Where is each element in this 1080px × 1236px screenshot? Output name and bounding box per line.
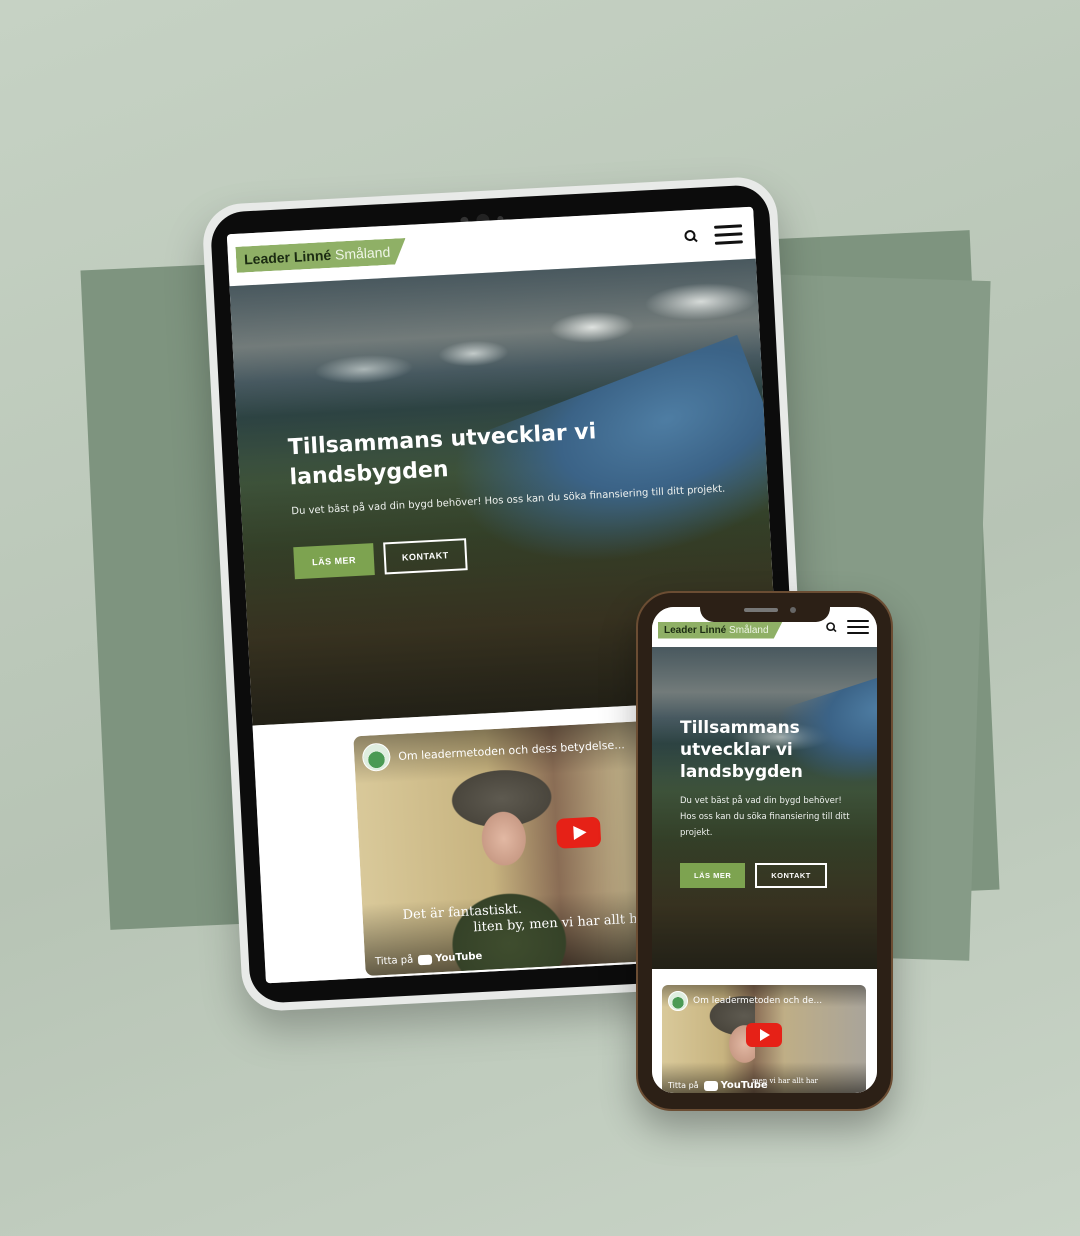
phone-watch-on-youtube[interactable]: Titta på YouTube (668, 1080, 768, 1091)
channel-icon[interactable] (361, 742, 392, 772)
phone-screen: Leader Linné Småland Tillsammans utveckl… (652, 607, 877, 1093)
phone-youtube-icon: YouTube (704, 1080, 768, 1091)
phone-hero-buttons: LÄS MER KONTAKT (680, 863, 860, 888)
phone-watch-on-label: Titta på (668, 1081, 699, 1090)
play-icon[interactable] (555, 816, 602, 849)
phone-site-logo[interactable]: Leader Linné Småland (658, 621, 783, 639)
phone-logo-light-text: Småland (729, 624, 769, 636)
phone-video-title[interactable]: Om leadermetoden och de... (693, 996, 822, 1006)
phone-header-icons (825, 620, 869, 634)
phone-hero-section: Tillsammans utvecklar vi landsbygden Du … (652, 647, 877, 969)
phone-logo-bold-text: Leader Linné (664, 624, 727, 636)
header-icons (684, 223, 743, 246)
phone-video-section: Om leadermetoden och de... men vi har al… (652, 969, 877, 1093)
phone-device: Leader Linné Småland Tillsammans utveckl… (636, 591, 893, 1111)
menu-icon[interactable] (713, 223, 743, 245)
phone-read-more-button[interactable]: LÄS MER (680, 863, 746, 888)
hero-content: Tillsammans utvecklar vi landsbygden Du … (287, 410, 734, 580)
phone-channel-icon[interactable] (668, 991, 688, 1011)
phone-youtube-label: YouTube (720, 1080, 768, 1091)
phone-menu-icon[interactable] (847, 620, 869, 634)
phone-contact-button[interactable]: KONTAKT (755, 863, 827, 888)
logo-bold-text: Leader Linné (243, 246, 332, 268)
video-title[interactable]: Om leadermetoden och dess betydelse... (398, 738, 625, 763)
search-icon[interactable] (684, 230, 697, 243)
phone-video-header: Om leadermetoden och de... (668, 991, 822, 1011)
phone-search-icon[interactable] (826, 622, 836, 632)
video-header: Om leadermetoden och dess betydelse... (361, 730, 626, 772)
video-thumbnail-person (425, 764, 586, 973)
phone-notch (700, 600, 830, 622)
hero-title: Tillsammans utvecklar vi landsbygden (287, 419, 597, 491)
phone-hero-text: Du vet bäst på vad din bygd behöver! Hos… (680, 796, 850, 838)
read-more-button[interactable]: LÄS MER (293, 543, 375, 580)
watch-on-label: Titta på (374, 954, 414, 968)
phone-hero-title: Tillsammans utvecklar vi landsbygden (680, 718, 803, 782)
logo-light-text: Småland (334, 243, 391, 263)
phone-play-icon[interactable] (746, 1022, 782, 1047)
phone-youtube-video[interactable]: Om leadermetoden och de... men vi har al… (662, 985, 866, 1093)
site-logo[interactable]: Leader Linné Småland (235, 238, 406, 273)
phone-hero-content: Tillsammans utvecklar vi landsbygden Du … (680, 717, 860, 888)
contact-button[interactable]: KONTAKT (383, 538, 468, 575)
